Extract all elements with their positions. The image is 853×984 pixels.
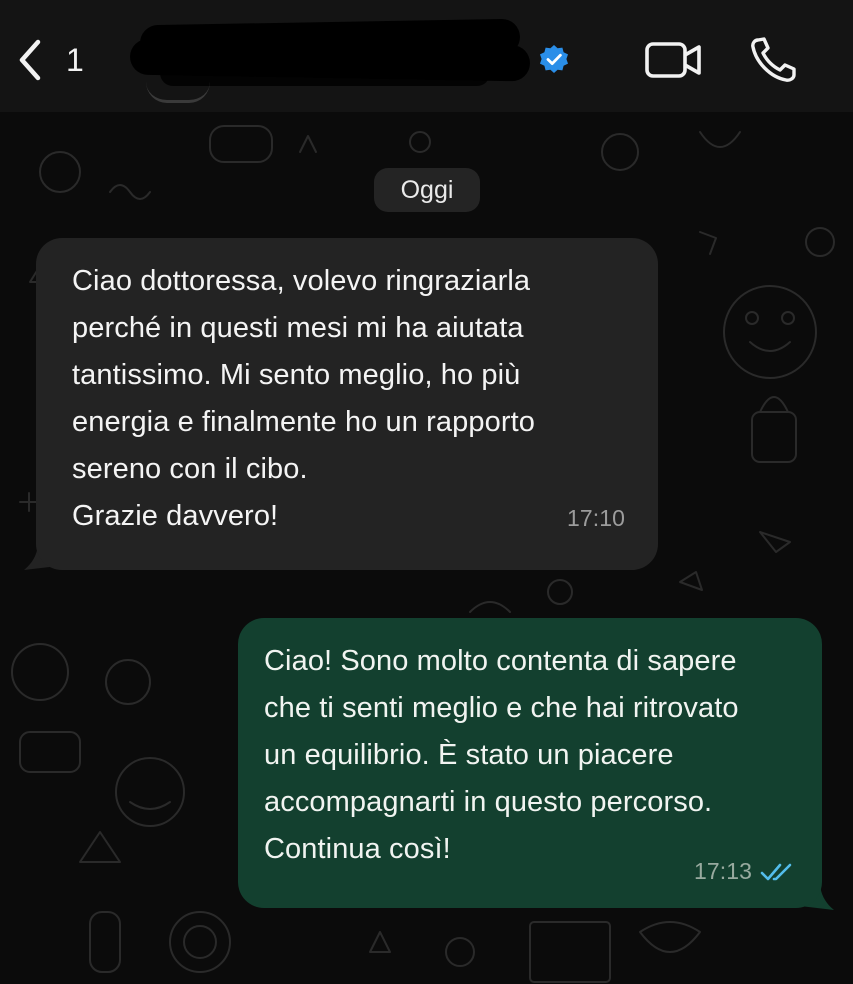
avatar [146,82,210,103]
date-separator: Oggi [374,168,480,212]
verified-badge-icon [540,45,568,73]
message-outgoing[interactable]: Ciao! Sono molto contenta di sapere che … [238,618,822,908]
contact-info[interactable] [129,18,570,108]
unread-count: 1 [66,42,84,78]
message-line: sereno con il cibo. [72,453,308,485]
message-line: Ciao! Sono molto contenta di sapere [264,645,737,677]
message-line: perché in questi mesi mi ha aiutata [72,312,524,344]
back-button[interactable]: 1 [16,36,96,84]
message-timestamp: 17:13 [693,858,752,884]
message-timestamp: 17:10 [566,505,625,531]
message-text: Ciao dottoressa, volevo ringraziarla per… [72,258,632,540]
video-call-button[interactable] [644,38,704,82]
phone-icon [751,37,796,82]
message-line: energia e finalmente ho un rapporto [72,406,535,438]
message-text: Ciao! Sono molto contenta di sapere che … [264,638,804,873]
chat-header: 1 [0,0,853,112]
video-camera-icon [645,42,701,78]
message-line: che ti senti meglio e che hai ritrovato [264,692,739,724]
chat-area[interactable]: Oggi Ciao dottoressa, volevo ringraziarl… [0,112,853,984]
message-incoming[interactable]: Ciao dottoressa, volevo ringraziarla per… [36,238,658,570]
message-line: accompagnarti in questo percorso. [264,786,713,818]
double-check-read-icon [760,863,792,881]
message-line: un equilibrio. È stato un piacere [264,739,674,771]
voice-call-button[interactable] [748,36,800,84]
message-line: tantissimo. Mi sento meglio, ho più [72,359,521,391]
message-line: Ciao dottoressa, volevo ringraziarla [72,265,531,297]
chevron-left-icon [19,39,41,81]
message-line: Grazie davvero! [72,500,279,532]
